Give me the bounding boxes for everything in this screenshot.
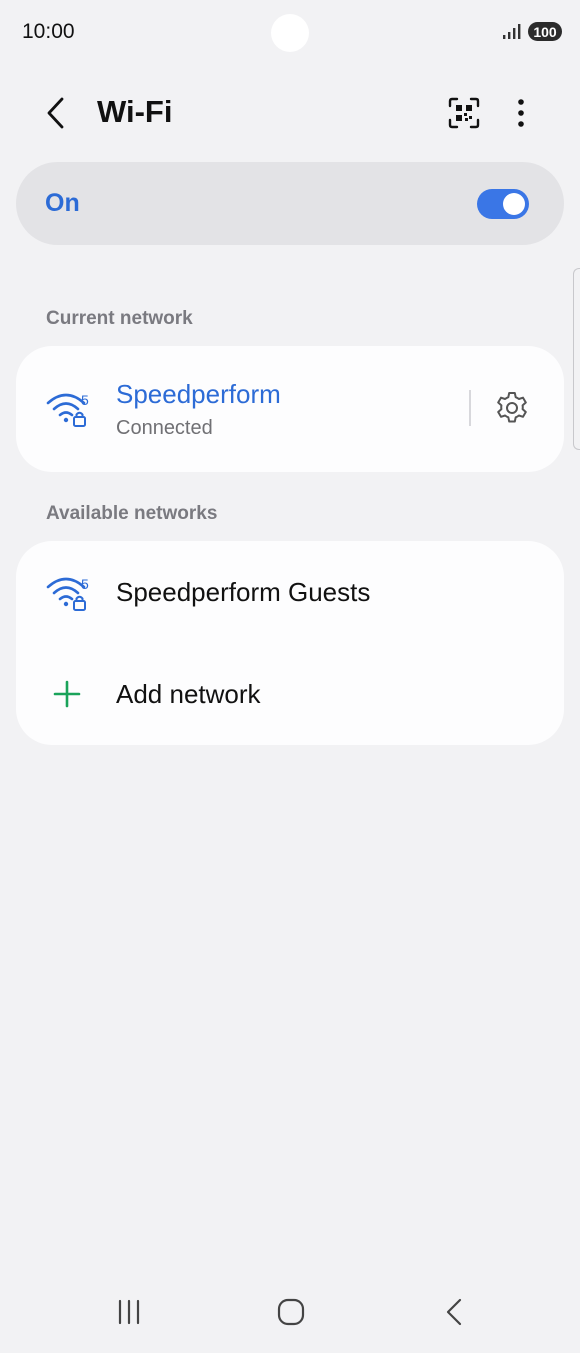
back-icon	[446, 1298, 462, 1326]
app-header: Wi-Fi	[0, 80, 580, 146]
switch-knob	[503, 193, 525, 215]
add-network-button[interactable]: Add network	[16, 643, 564, 743]
battery-level: 100	[533, 23, 557, 40]
recent-apps-icon	[118, 1299, 140, 1325]
add-network-label: Add network	[116, 679, 261, 709]
battery-icon: 100	[528, 22, 562, 41]
wifi-toggle-row[interactable]: On	[16, 162, 564, 245]
camera-cutout	[271, 14, 309, 52]
recent-apps-button[interactable]	[104, 1292, 154, 1332]
more-options-button[interactable]	[505, 92, 537, 134]
divider	[469, 390, 471, 426]
wifi-switch[interactable]	[477, 189, 529, 219]
current-network-card: 5 Speedperform Connected	[16, 346, 564, 472]
scrollbar[interactable]	[573, 268, 580, 450]
network-item-speedperform-guests[interactable]: 5 Speedperform Guests	[16, 541, 564, 641]
plus-icon	[53, 680, 81, 708]
more-options-icon	[518, 99, 524, 127]
wifi-toggle-label: On	[45, 189, 80, 217]
page-title: Wi-Fi	[97, 94, 173, 129]
status-time: 10:00	[22, 20, 75, 43]
home-button[interactable]	[266, 1292, 316, 1332]
available-networks-header: Available networks	[46, 503, 218, 524]
signal-icon	[503, 24, 521, 39]
navigation-bar	[0, 1270, 580, 1353]
status-bar: 10:00 100	[0, 0, 580, 64]
available-networks-card: 5 Speedperform Guests Add network	[16, 541, 564, 745]
back-arrow-icon	[47, 97, 64, 129]
band-label: 5	[81, 392, 89, 408]
network-settings-button[interactable]	[492, 388, 532, 428]
back-button[interactable]	[36, 92, 76, 134]
qr-code-scan-icon	[448, 97, 480, 129]
band-label: 5	[81, 576, 89, 592]
current-network-status: Connected	[116, 417, 213, 439]
home-icon	[277, 1298, 305, 1326]
qr-scan-button[interactable]	[443, 92, 485, 134]
current-network-header: Current network	[46, 308, 193, 329]
system-back-button[interactable]	[429, 1292, 479, 1332]
settings-gear-icon	[497, 392, 527, 423]
wifi-5ghz-lock-icon: 5	[46, 576, 89, 611]
current-network-name[interactable]: Speedperform	[116, 379, 281, 410]
wifi-5ghz-lock-icon: 5	[46, 392, 89, 427]
network-name: Speedperform Guests	[116, 577, 371, 607]
